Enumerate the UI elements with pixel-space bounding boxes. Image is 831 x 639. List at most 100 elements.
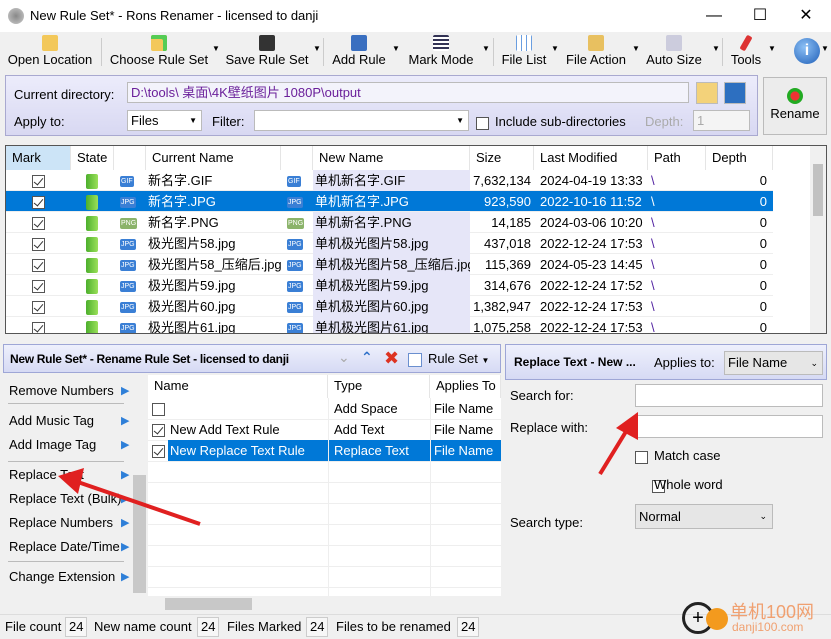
rule-type-item[interactable]: Remove Numbers ▶ [9, 383, 129, 398]
search-for-input[interactable] [635, 384, 823, 407]
chevron-down-icon[interactable]: ▼ [551, 44, 559, 53]
depth-stepper[interactable]: 1 [693, 110, 750, 131]
chevron-down-icon[interactable]: ▼ [313, 44, 321, 53]
mark-checkbox[interactable] [32, 280, 45, 294]
delete-rule-icon[interactable]: ✖ [384, 348, 399, 369]
rule-type-item[interactable]: Add Music Tag ▶ [9, 413, 129, 428]
rule-column-header[interactable]: Name [148, 375, 328, 398]
column-header-current-name[interactable]: Current Name [146, 146, 281, 170]
scrollbar-thumb[interactable] [133, 475, 146, 593]
column-header-last-modified[interactable]: Last Modified [534, 146, 648, 170]
close-button[interactable]: ✕ [786, 4, 826, 28]
column-header-mark[interactable]: Mark [6, 146, 71, 170]
file-row[interactable]: PNG 新名字.PNG PNG 单机新名字.PNG 14,185 2024-03-06 1… [6, 212, 773, 233]
file-action-button[interactable]: File Action [563, 32, 629, 70]
chevron-down-icon[interactable]: ▼ [768, 44, 776, 53]
open-location-button[interactable]: Open Location [4, 32, 96, 70]
move-up-icon[interactable]: ⌃ [361, 349, 373, 366]
browse-folder-icon[interactable] [696, 82, 718, 104]
chevron-down-icon[interactable]: ▼ [482, 44, 490, 53]
rule-type-item[interactable]: Replace Text ▶ [9, 467, 129, 482]
search-type-label: Search type: [510, 515, 583, 530]
apply-to-select[interactable]: Files ▼ [127, 110, 202, 131]
file-row[interactable]: GIF 新名字.GIF GIF 单机新名字.GIF 7,632,134 2024-04-1… [6, 170, 773, 191]
current-name: 极光图片59.jpg [148, 278, 236, 293]
column-header-size[interactable]: Size [470, 146, 534, 170]
include-subdirectories-checkbox[interactable] [476, 117, 489, 131]
scrollbar-thumb[interactable] [165, 598, 252, 610]
column-header-new-name[interactable]: New Name [313, 146, 470, 170]
rule-row[interactable]: Add Space File Name [148, 398, 501, 419]
column-header-state[interactable]: State [71, 146, 114, 170]
column-header-path[interactable]: Path [648, 146, 706, 170]
file-row[interactable]: JPG 极光图片58_压缩后.jpg JPG 单机极光图片58_压缩后.jpg 115,… [6, 254, 773, 275]
divider [8, 461, 124, 462]
refresh-icon[interactable] [724, 82, 746, 104]
mark-checkbox[interactable] [32, 259, 45, 273]
file-type-icon: JPG [120, 323, 136, 333]
rule-column-header[interactable]: Type [328, 375, 430, 398]
title-bar: New Rule Set* - Rons Renamer - licensed … [0, 0, 831, 32]
save-rule-set-button[interactable]: Save Rule Set [223, 32, 311, 70]
rule-type-item[interactable]: Change Extension ▶ [9, 569, 129, 584]
filter-input[interactable]: ▼ [254, 110, 469, 131]
column-header-icon[interactable] [114, 146, 146, 170]
mark-checkbox[interactable] [32, 322, 45, 333]
file-list-button[interactable]: File List [499, 32, 549, 70]
rule-type-item[interactable]: Replace Date/Time ▶ [9, 539, 129, 554]
mark-checkbox[interactable] [32, 217, 45, 231]
auto-size-button[interactable]: Auto Size [643, 32, 705, 70]
move-down-icon[interactable]: ⌄ [338, 349, 350, 366]
depth: 0 [759, 320, 767, 334]
rename-button[interactable]: Rename [763, 77, 827, 135]
last-modified: 2022-12-24 17:53 [540, 320, 643, 334]
horizontal-scrollbar[interactable] [148, 596, 501, 612]
rule-type-item[interactable]: Add Image Tag ▶ [9, 437, 129, 452]
file-row[interactable]: JPG 极光图片58.jpg JPG 单机极光图片58.jpg 437,018 2022-… [6, 233, 773, 254]
rule-row[interactable]: New Replace Text Rule Replace Text File Na… [148, 440, 501, 461]
rule-column-header[interactable]: Applies To [430, 375, 501, 398]
chevron-down-icon[interactable]: ▼ [632, 44, 640, 53]
rule-type-item[interactable]: Replace Text (Bulk) ▶ [9, 491, 129, 506]
scrollbar-thumb[interactable] [813, 164, 823, 216]
column-header-new-icon[interactable] [281, 146, 313, 170]
choose-rule-set-button[interactable]: Choose Rule Set [108, 32, 210, 70]
rule-set-button[interactable]: Rule Set ▼ [428, 351, 489, 366]
match-case-checkbox[interactable] [635, 451, 648, 465]
search-type-select[interactable]: Normal ⌄ [635, 504, 773, 529]
chevron-down-icon[interactable]: ▼ [212, 44, 220, 53]
file-row[interactable]: JPG 极光图片61.jpg JPG 单机极光图片61.jpg 1,075,258 202… [6, 317, 773, 334]
file-row[interactable]: JPG 极光图片60.jpg JPG 单机极光图片60.jpg 1,382,947 202… [6, 296, 773, 317]
rule-type-label: Remove Numbers [9, 383, 114, 398]
mark-mode-button[interactable]: Mark Mode [403, 32, 479, 70]
apply-to-label: Apply to: [14, 114, 65, 129]
mark-checkbox[interactable] [32, 301, 45, 315]
chevron-down-icon[interactable]: ▼ [712, 44, 720, 53]
rule-enabled-checkbox[interactable] [152, 445, 165, 459]
maximize-button[interactable]: ☐ [740, 4, 780, 28]
chevron-down-icon[interactable]: ▼ [821, 44, 829, 53]
rule-enabled-checkbox[interactable] [152, 403, 165, 417]
play-arrow-icon: ▶ [121, 385, 130, 397]
apply-to-value: Files [131, 113, 159, 128]
applies-to-select[interactable]: File Name ⌄ [724, 351, 823, 375]
vertical-scrollbar[interactable] [810, 146, 826, 333]
minimize-button[interactable]: — [694, 4, 734, 28]
rule-row[interactable]: New Add Text Rule Add Text File Name [148, 419, 501, 440]
mark-checkbox[interactable] [32, 196, 45, 210]
add-rule-button[interactable]: Add Rule [328, 32, 390, 70]
path: \ [651, 278, 655, 293]
rules-list-scrollbar[interactable] [132, 375, 147, 612]
chevron-down-icon[interactable]: ▼ [392, 44, 400, 53]
mark-checkbox[interactable] [32, 175, 45, 189]
file-row[interactable]: JPG 极光图片59.jpg JPG 单机极光图片59.jpg 314,676 2022-… [6, 275, 773, 296]
replace-with-input[interactable] [635, 415, 823, 438]
current-directory-input[interactable]: D:\tools\ 桌面\4K壁纸图片 1080P\output [127, 82, 689, 103]
mark-checkbox[interactable] [32, 238, 45, 252]
rule-type-item[interactable]: Replace Numbers ▶ [9, 515, 129, 530]
info-button[interactable]: i [794, 38, 820, 64]
file-row[interactable]: JPG 新名字.JPG JPG 单机新名字.JPG 923,590 2022-10-16 … [6, 191, 773, 212]
tools-button[interactable]: Tools [727, 32, 765, 70]
rule-enabled-checkbox[interactable] [152, 424, 165, 438]
column-header-depth[interactable]: Depth [706, 146, 773, 170]
